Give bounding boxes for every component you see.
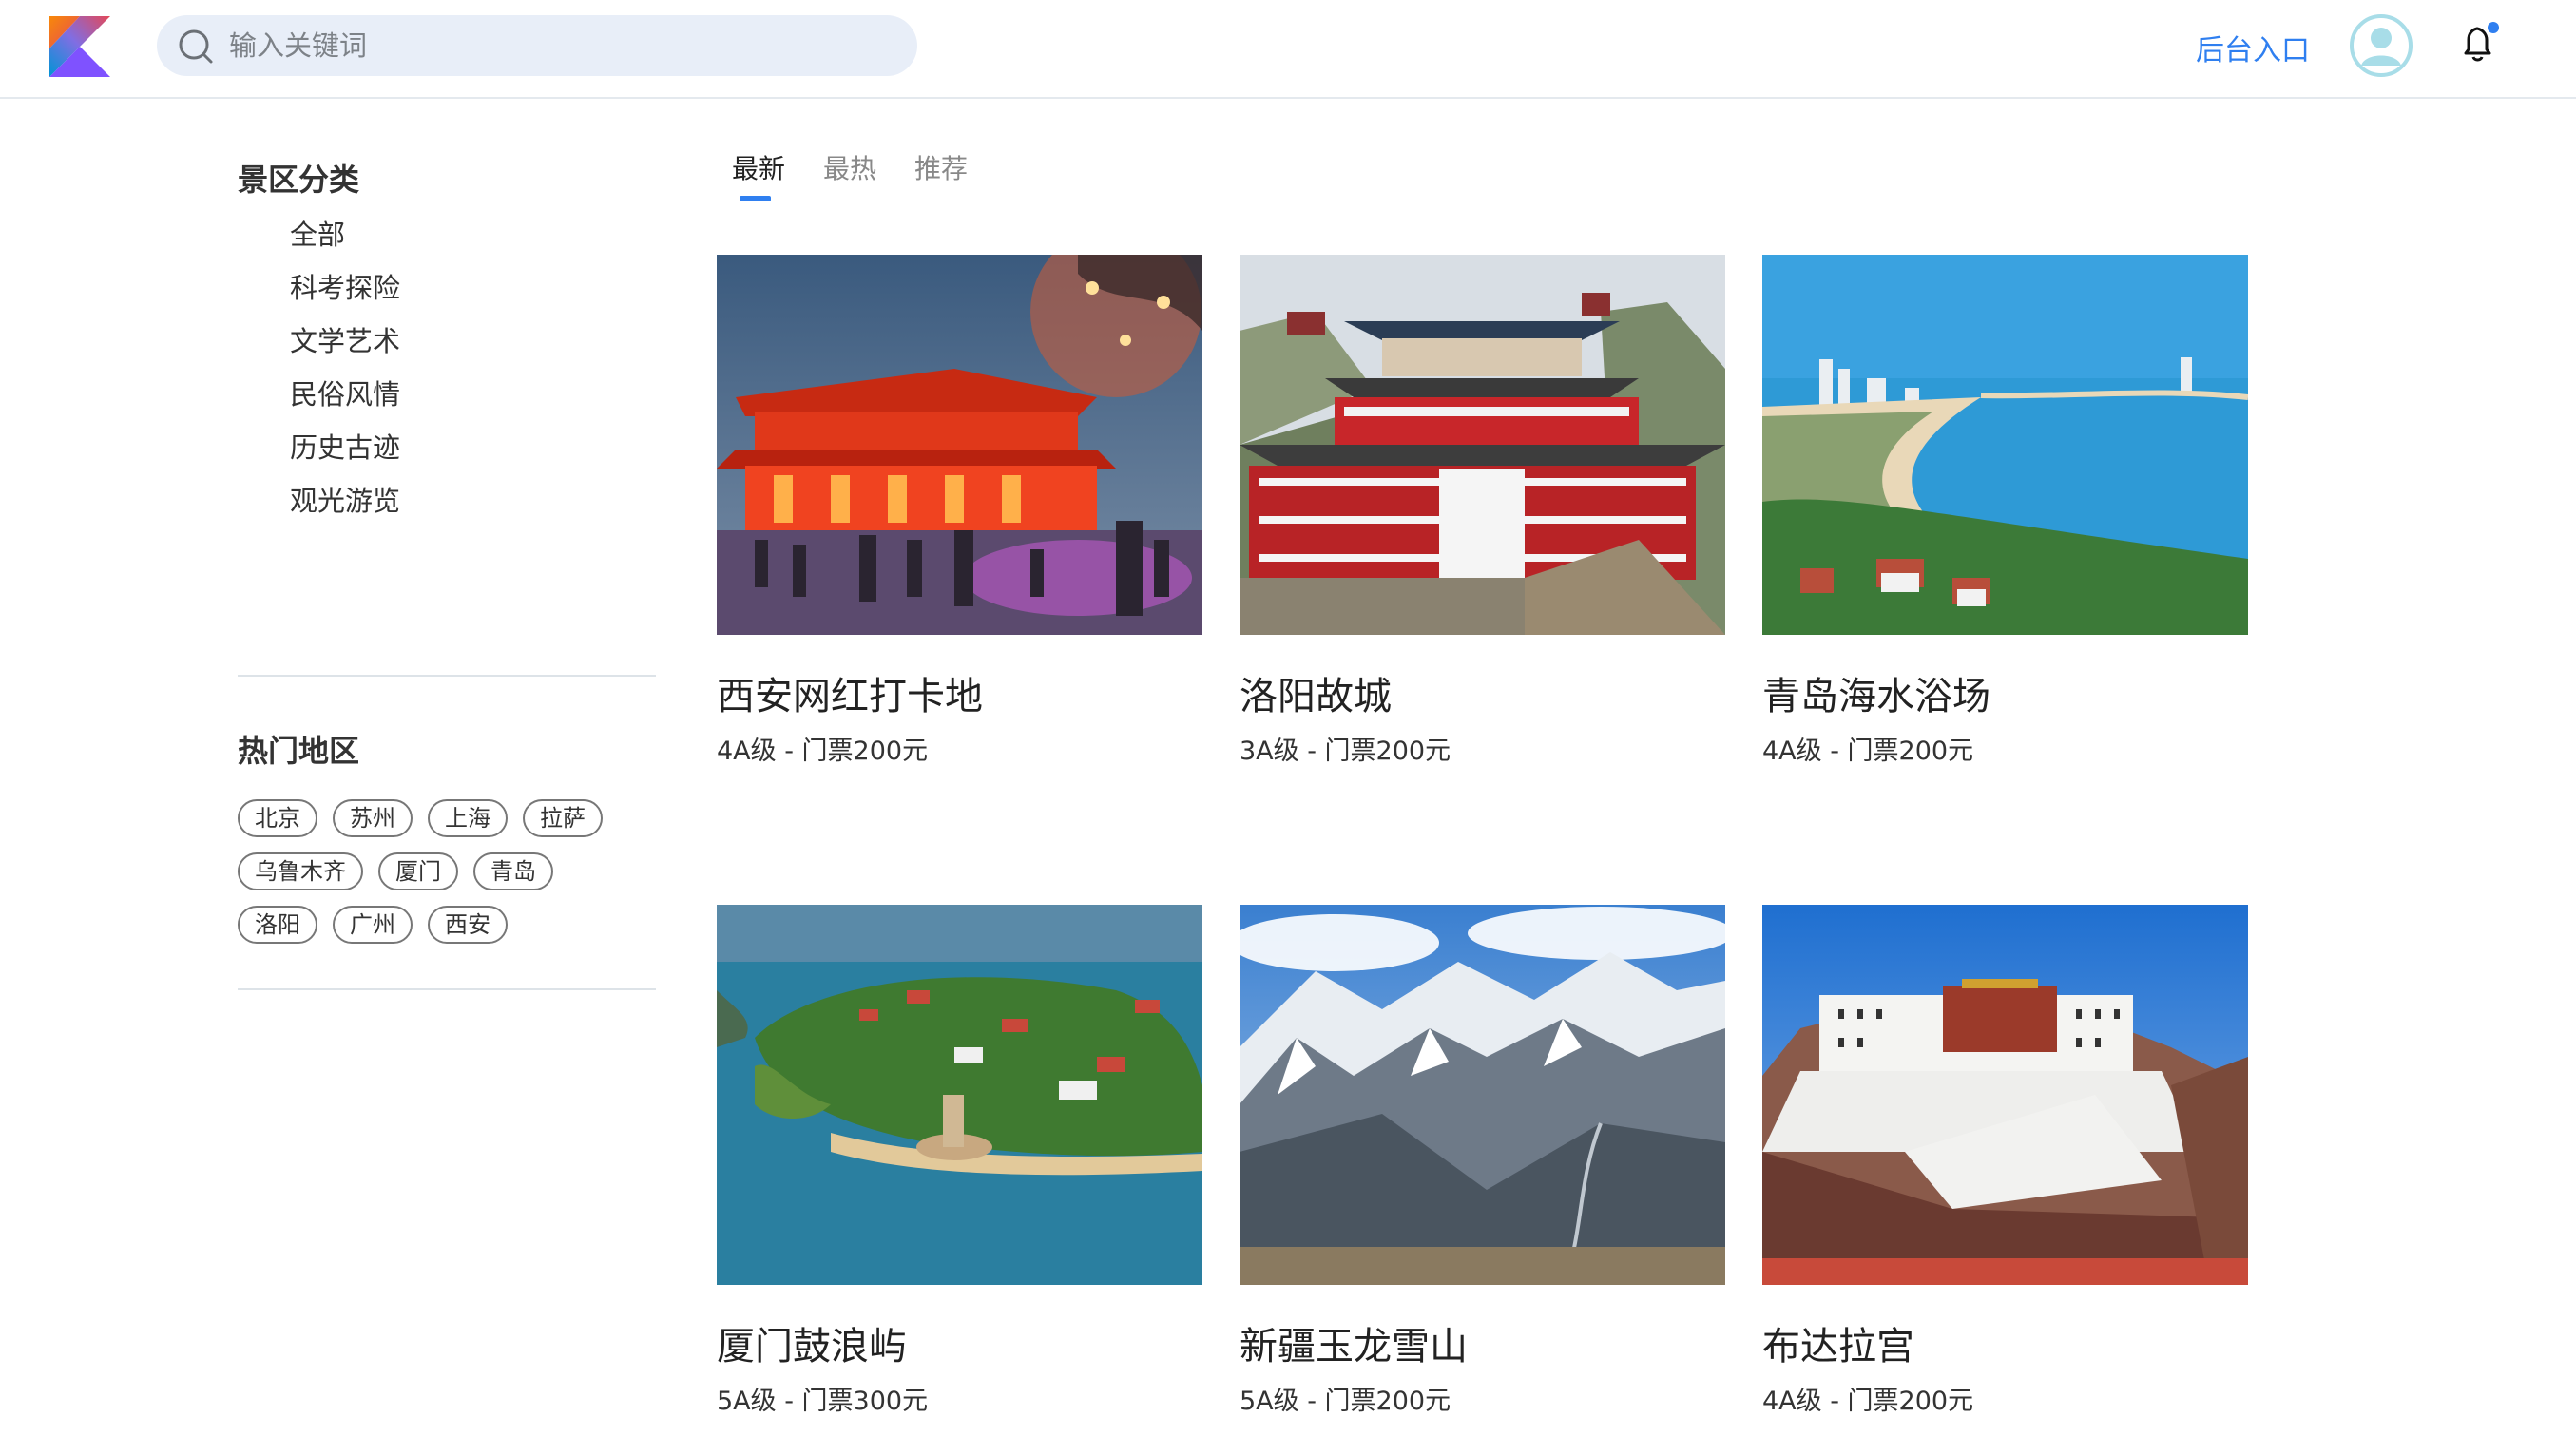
region-tag-beijing[interactable]: 北京 <box>238 799 317 837</box>
scenic-info: 4A级 - 门票200元 <box>1762 1387 1974 1416</box>
top-header: 后台入口 <box>0 0 2576 99</box>
sort-tabs: 最新 最热 推荐 <box>732 148 1006 201</box>
tab-recommended[interactable]: 推荐 <box>914 148 968 186</box>
region-tag-shanghai[interactable]: 上海 <box>428 799 508 837</box>
scenic-photo[interactable] <box>1240 905 1725 1285</box>
scenic-info: 4A级 - 门票200元 <box>717 737 929 766</box>
region-section-title: 热门地区 <box>238 733 360 769</box>
region-tag-list: 北京 苏州 上海 拉萨 乌鲁木齐 厦门 青岛 洛阳 广州 西安 <box>238 799 646 959</box>
scenic-name[interactable]: 青岛海水浴场 <box>1762 665 1990 720</box>
region-tag-guangzhou[interactable]: 广州 <box>333 906 413 944</box>
scenic-info: 5A级 - 门票300元 <box>717 1387 929 1416</box>
scenic-info: 3A级 - 门票200元 <box>1240 737 1451 766</box>
tab-latest[interactable]: 最新 <box>732 148 785 201</box>
search-input[interactable] <box>227 15 893 76</box>
scenic-card[interactable]: 青岛海水浴场 4A级 - 门票200元 <box>1762 255 2248 766</box>
scenic-name[interactable]: 新疆玉龙雪山 <box>1240 1315 1468 1370</box>
scenic-photo[interactable] <box>1762 255 2248 635</box>
category-item-historic-sites[interactable]: 历史古迹 <box>290 426 400 479</box>
scenic-info: 5A级 - 门票200元 <box>1240 1387 1451 1416</box>
sidebar-divider <box>238 675 656 677</box>
category-item-exploration[interactable]: 科考探险 <box>290 266 400 319</box>
admin-entry-link[interactable]: 后台入口 <box>2196 27 2310 68</box>
tab-hottest[interactable]: 最热 <box>823 148 876 186</box>
scenic-photo[interactable] <box>1240 255 1725 635</box>
scenic-photo[interactable] <box>717 905 1202 1285</box>
scenic-card[interactable]: 新疆玉龙雪山 5A级 - 门票200元 <box>1240 905 1725 1416</box>
notification-dot <box>2488 22 2499 33</box>
sidebar-divider-bottom <box>238 988 656 990</box>
region-tag-urumqi[interactable]: 乌鲁木齐 <box>238 852 363 890</box>
scenic-card[interactable]: 厦门鼓浪屿 5A级 - 门票300元 <box>717 905 1202 1416</box>
region-tag-xian[interactable]: 西安 <box>428 906 508 944</box>
category-item-all[interactable]: 全部 <box>290 213 400 266</box>
scenic-card[interactable]: 洛阳故城 3A级 - 门票200元 <box>1240 255 1725 766</box>
region-tag-xiamen[interactable]: 厦门 <box>378 852 458 890</box>
region-tag-suzhou[interactable]: 苏州 <box>333 799 413 837</box>
scenic-name[interactable]: 西安网红打卡地 <box>717 665 983 720</box>
user-avatar-icon[interactable] <box>2350 14 2413 77</box>
scenic-name[interactable]: 布达拉宫 <box>1762 1315 1914 1370</box>
region-tag-qingdao[interactable]: 青岛 <box>473 852 553 890</box>
region-tag-luoyang[interactable]: 洛阳 <box>238 906 317 944</box>
search-icon[interactable] <box>178 29 214 65</box>
region-tag-lhasa[interactable]: 拉萨 <box>523 799 603 837</box>
scenic-card[interactable]: 布达拉宫 4A级 - 门票200元 <box>1762 905 2248 1416</box>
scenic-photo[interactable] <box>1762 905 2248 1285</box>
scenic-card[interactable]: 西安网红打卡地 4A级 - 门票200元 <box>717 255 1202 766</box>
kotlin-logo-icon[interactable] <box>49 16 110 77</box>
category-section-title: 景区分类 <box>238 162 360 198</box>
scenic-info: 4A级 - 门票200元 <box>1762 737 1974 766</box>
scenic-photo[interactable] <box>717 255 1202 635</box>
scenic-name[interactable]: 洛阳故城 <box>1240 665 1392 720</box>
category-list: 全部 科考探险 文学艺术 民俗风情 历史古迹 观光游览 <box>290 213 400 532</box>
category-item-folk-custom[interactable]: 民俗风情 <box>290 373 400 426</box>
search-bar <box>157 15 917 76</box>
category-item-literature-art[interactable]: 文学艺术 <box>290 319 400 373</box>
category-item-sightseeing[interactable]: 观光游览 <box>290 479 400 532</box>
bell-icon[interactable] <box>2458 21 2500 67</box>
scenic-name[interactable]: 厦门鼓浪屿 <box>717 1315 907 1370</box>
